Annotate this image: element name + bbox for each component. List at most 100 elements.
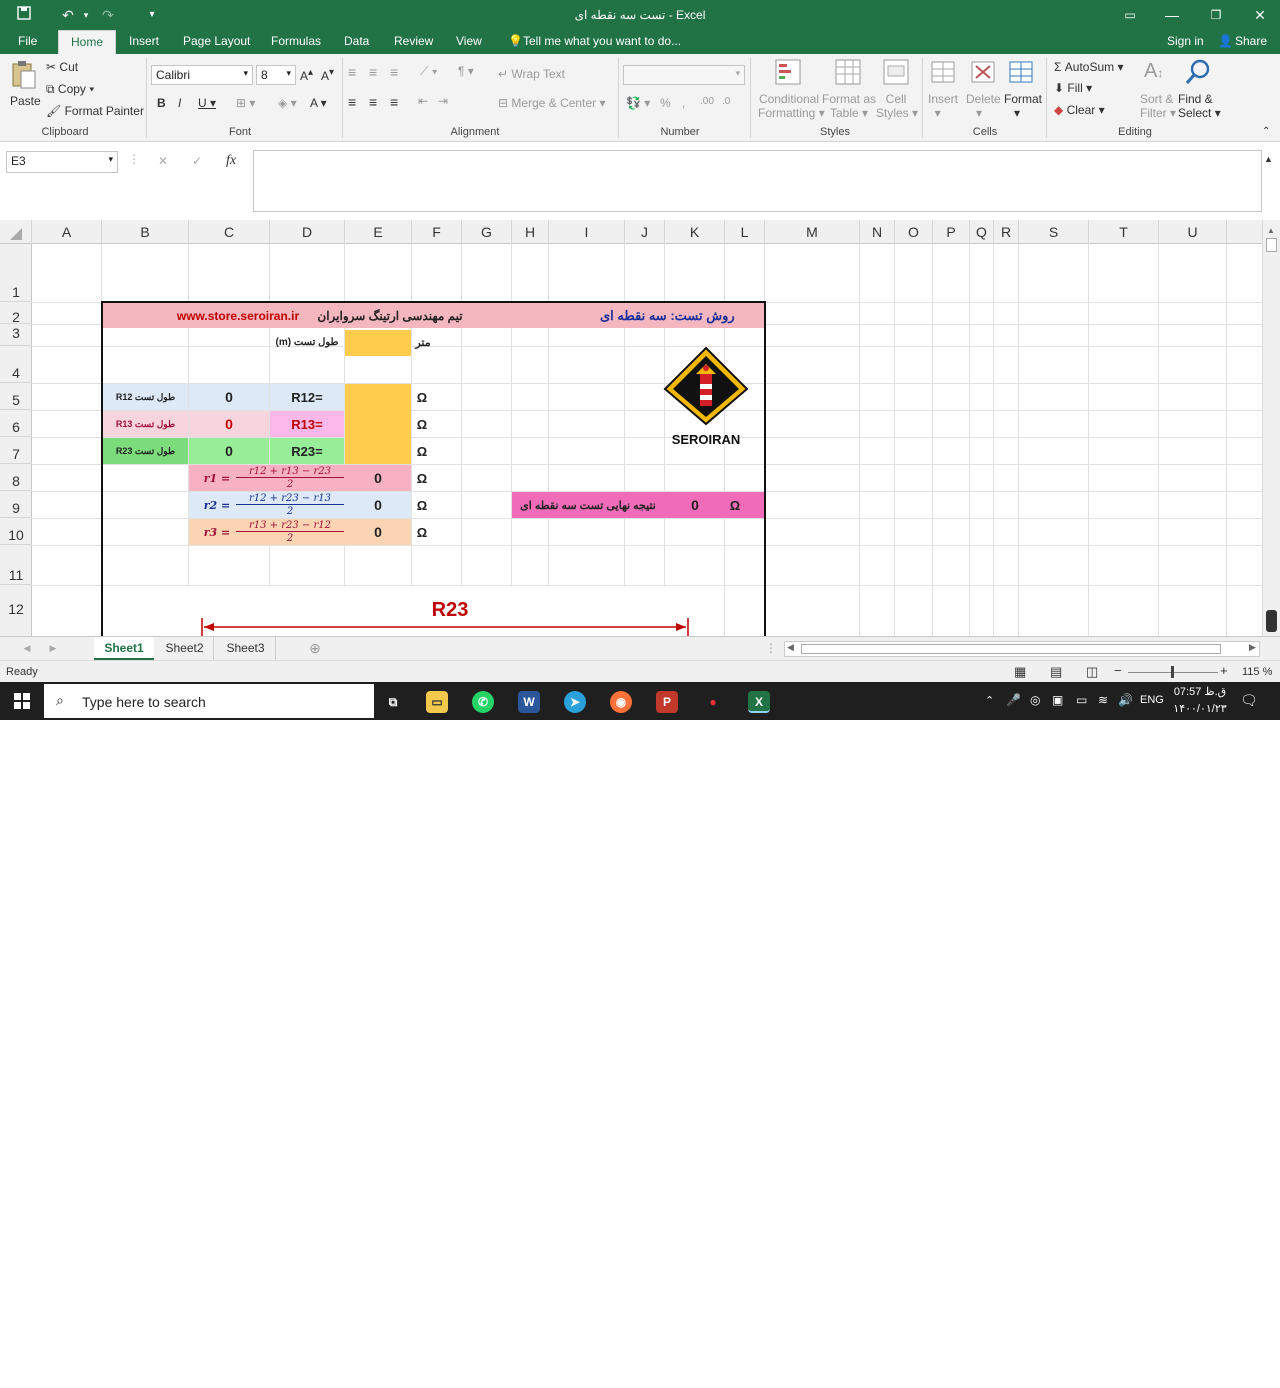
decrease-font-icon[interactable]: A▾	[321, 67, 334, 83]
page-layout-view-icon[interactable]: ▤	[1050, 664, 1062, 680]
align-center-icon[interactable]: ≡	[369, 94, 377, 110]
formula-input[interactable]	[253, 150, 1262, 212]
increase-indent-icon[interactable]: ⇥	[438, 94, 448, 108]
scroll-sheets-right-icon[interactable]: ▶	[46, 637, 60, 660]
page-break-view-icon[interactable]: ◫	[1086, 664, 1098, 680]
notifications-icon[interactable]: 🗨	[1240, 692, 1258, 709]
format-cells-button[interactable]: Format ▾	[1004, 92, 1042, 120]
borders-icon[interactable]: ⊞ ▾	[236, 96, 255, 110]
network-tray-icon[interactable]: ▣	[1052, 693, 1063, 707]
decrease-decimal-icon[interactable]: .0	[722, 96, 730, 107]
col-j[interactable]: J	[625, 220, 665, 244]
col-g[interactable]: G	[462, 220, 512, 244]
vertical-scrollbar[interactable]: ▲	[1262, 220, 1280, 636]
format-as-table-button[interactable]: Format as Table ▾	[822, 92, 876, 120]
col-r[interactable]: R	[994, 220, 1019, 244]
col-h[interactable]: H	[512, 220, 549, 244]
vertical-scroll-handle[interactable]	[1266, 610, 1277, 632]
currency-icon[interactable]: 💱 ▾	[626, 96, 650, 110]
horizontal-scrollbar[interactable]: ◀ ▶	[784, 641, 1260, 657]
col-p[interactable]: P	[933, 220, 970, 244]
col-b[interactable]: B	[102, 220, 189, 244]
zoom-in-icon[interactable]: +	[1220, 663, 1228, 678]
word-icon[interactable]: W	[518, 691, 540, 713]
row-9[interactable]: 9	[0, 491, 32, 518]
delete-cells-button[interactable]: Delete ▾	[966, 92, 1001, 120]
row-3[interactable]: 3	[0, 324, 32, 346]
tab-data[interactable]: Data	[344, 34, 369, 48]
c7-value[interactable]: 0	[189, 438, 269, 464]
zoom-out-icon[interactable]: −	[1114, 663, 1122, 678]
scroll-left-icon[interactable]: ◀	[787, 642, 794, 653]
microphone-icon[interactable]: 🎤	[1006, 693, 1021, 707]
sort-filter-button[interactable]: Sort & Filter ▾	[1140, 92, 1176, 120]
number-format-select[interactable]: ▾	[623, 65, 745, 85]
excel-icon[interactable]: X	[748, 691, 770, 713]
enter-icon[interactable]: ✓	[192, 154, 202, 168]
final-result-value[interactable]: 0	[665, 492, 725, 518]
row-4[interactable]: 4	[0, 346, 32, 383]
row-6[interactable]: 6	[0, 410, 32, 437]
autosum-button[interactable]: Σ AutoSum ▾	[1054, 60, 1123, 74]
row-2[interactable]: 2	[0, 302, 32, 325]
cell-styles-button[interactable]: Cell Styles ▾	[876, 92, 918, 120]
row-8[interactable]: 8	[0, 464, 32, 491]
conditional-formatting-button[interactable]: Conditional Formatting ▾	[758, 92, 825, 120]
orientation-icon[interactable]: ⟋ ▾	[420, 64, 438, 79]
row-11[interactable]: 11	[0, 545, 32, 585]
zoom-slider-handle[interactable]	[1171, 666, 1174, 678]
volume-icon[interactable]: 🔊	[1118, 693, 1133, 707]
col-i[interactable]: I	[549, 220, 625, 244]
paste-button[interactable]: Paste	[10, 94, 41, 108]
font-name-select[interactable]: Calibri ▾	[151, 65, 253, 85]
new-sheet-icon[interactable]: ⊕	[304, 637, 326, 660]
col-k[interactable]: K	[665, 220, 725, 244]
e8-value[interactable]: 0	[345, 465, 411, 491]
col-a[interactable]: A	[32, 220, 102, 244]
tab-insert[interactable]: Insert	[129, 34, 159, 48]
bold-icon[interactable]: B	[157, 96, 166, 110]
firefox-icon[interactable]: ◉	[610, 691, 632, 713]
insert-cells-icon[interactable]	[930, 58, 956, 89]
wrap-text-button[interactable]: ↵ Wrap Text	[498, 67, 565, 81]
row-12[interactable]: 12	[0, 585, 32, 636]
tab-split-icon[interactable]: ⋮	[764, 637, 778, 660]
row-10[interactable]: 10	[0, 518, 32, 545]
percent-icon[interactable]: %	[660, 96, 671, 110]
decrease-indent-icon[interactable]: ⇤	[418, 94, 428, 108]
sign-in-link[interactable]: Sign in	[1167, 34, 1204, 48]
restore-icon[interactable]: ❐	[1204, 4, 1228, 26]
clock-time[interactable]: 07:57 ق.ظ	[1172, 685, 1228, 698]
name-box[interactable]: E3 ▾	[6, 151, 118, 173]
horizontal-scroll-thumb[interactable]	[801, 644, 1221, 654]
row-1[interactable]: 1	[0, 244, 32, 302]
row-7[interactable]: 7	[0, 437, 32, 464]
col-n[interactable]: N	[860, 220, 895, 244]
cell-styles-icon[interactable]	[882, 58, 910, 89]
cut-button[interactable]: ✂ Cut	[46, 60, 78, 74]
zoom-level[interactable]: 115 %	[1242, 666, 1272, 678]
wifi-icon[interactable]: ≋	[1098, 693, 1108, 707]
tab-page-layout[interactable]: Page Layout	[183, 34, 250, 48]
normal-view-icon[interactable]: ▦	[1014, 664, 1026, 680]
align-top-icon[interactable]: ≡	[348, 64, 356, 80]
sort-filter-icon[interactable]: A↕	[1144, 60, 1163, 83]
scroll-sheets-left-icon[interactable]: ◀	[20, 637, 34, 660]
battery-icon[interactable]: ▭	[1076, 693, 1087, 707]
font-size-select[interactable]: 8 ▾	[256, 65, 296, 85]
align-bottom-icon[interactable]: ≡	[390, 64, 398, 80]
format-cells-icon[interactable]	[1008, 58, 1036, 89]
clock-date[interactable]: ۱۴۰۰/۰۱/۲۳	[1172, 702, 1228, 715]
windows-start-icon[interactable]	[14, 693, 30, 709]
clear-button[interactable]: ◆ Clear ▾	[1054, 103, 1105, 117]
minimize-icon[interactable]: —	[1160, 4, 1184, 26]
find-select-icon[interactable]	[1184, 58, 1212, 89]
italic-icon[interactable]: I	[178, 96, 181, 110]
telegram-icon[interactable]: ➤	[564, 691, 586, 713]
tab-home[interactable]: Home	[58, 30, 117, 54]
whatsapp-icon[interactable]: ✆	[472, 691, 494, 713]
show-hidden-icons[interactable]: ⌃	[985, 694, 994, 707]
underline-icon[interactable]: U ▾	[198, 96, 216, 110]
col-t[interactable]: T	[1089, 220, 1159, 244]
conditional-formatting-icon[interactable]	[774, 58, 802, 89]
